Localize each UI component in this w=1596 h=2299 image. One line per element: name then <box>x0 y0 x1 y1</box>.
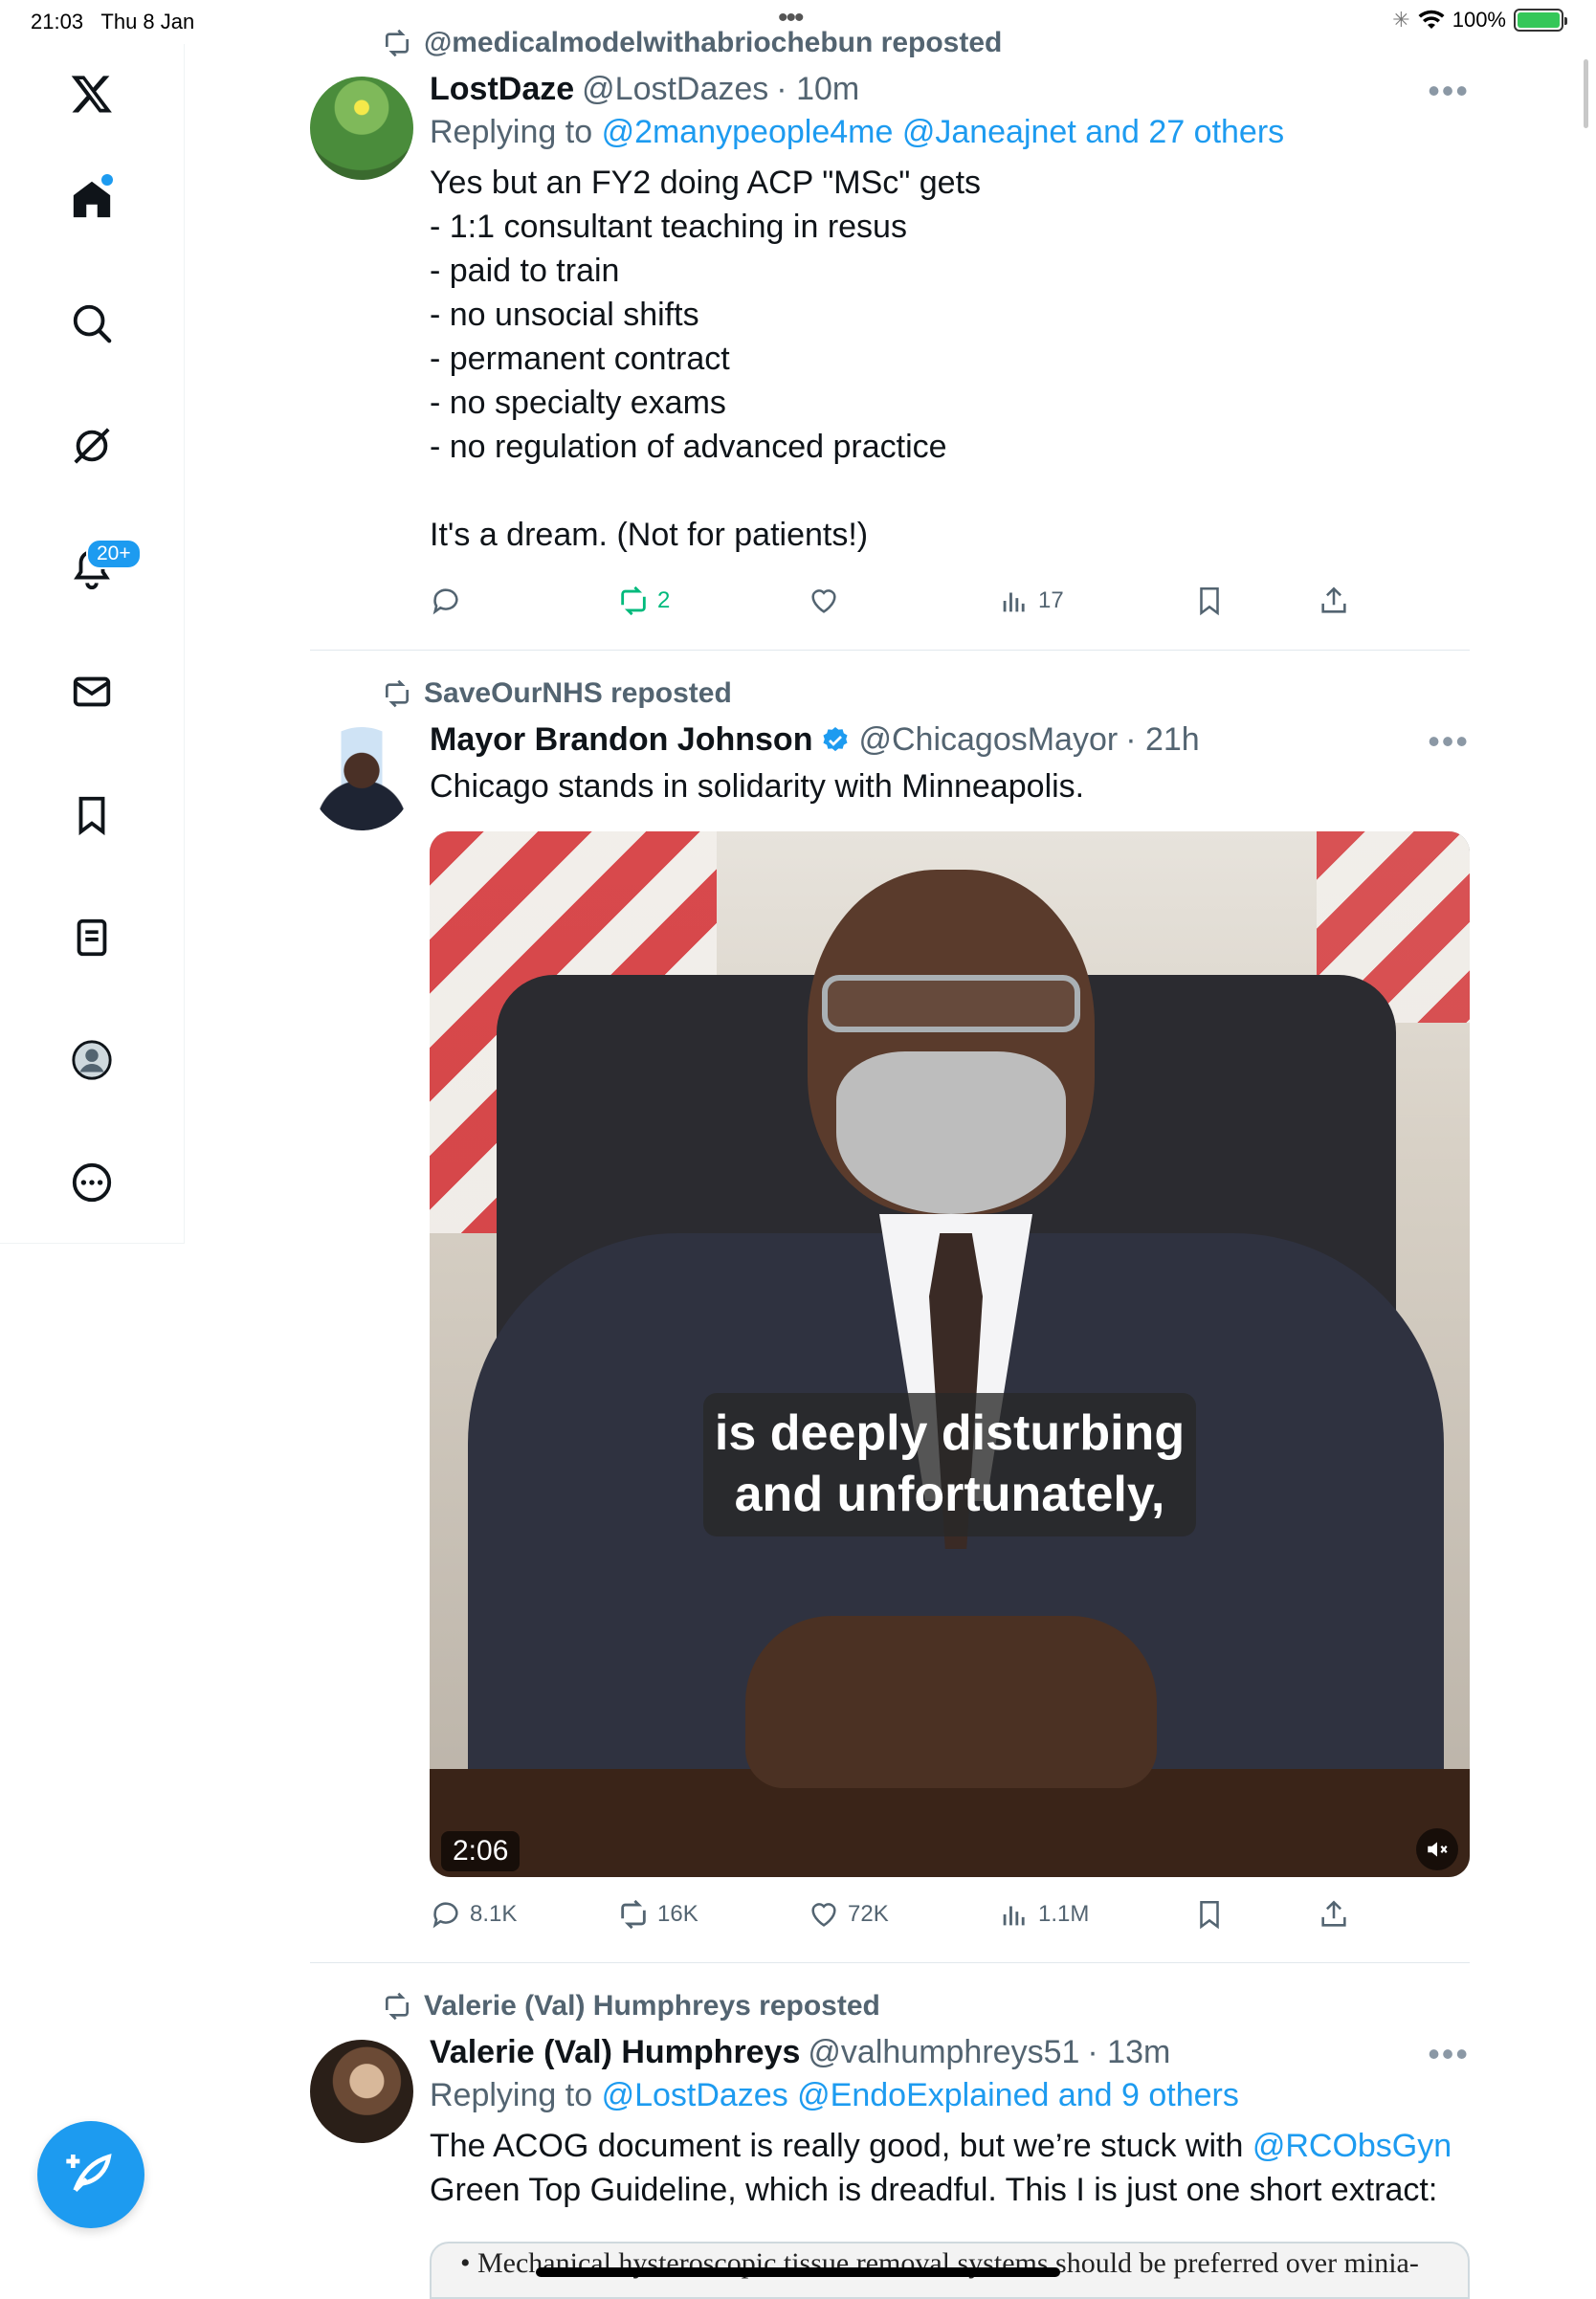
reply-icon <box>432 1902 458 1929</box>
reply-icon <box>432 588 458 615</box>
author-name[interactable]: LostDaze <box>430 71 574 108</box>
tweet-more-icon[interactable]: ••• <box>1428 721 1470 762</box>
avatar[interactable] <box>310 727 413 830</box>
verified-badge-icon <box>823 726 849 751</box>
avatar[interactable] <box>310 2040 413 2143</box>
search-icon[interactable] <box>63 295 121 352</box>
bookmark-icon <box>1200 1900 1219 1930</box>
author-name[interactable]: Valerie (Val) Humphreys <box>430 2034 800 2071</box>
tweet-time[interactable]: · 21h <box>1125 721 1200 759</box>
notifications-badge: 20+ <box>86 539 142 569</box>
repost-context: @medicalmodelwithabriochebun reposted <box>382 27 1002 59</box>
home-unread-dot <box>101 174 113 186</box>
tweet-more-icon[interactable]: ••• <box>1428 71 1470 111</box>
repost-context: SaveOurNHS reposted <box>382 677 732 710</box>
replying-to-links[interactable]: @LostDazes @EndoExplained and 9 others <box>602 2077 1239 2113</box>
tweet-header: LostDaze @LostDazes · 10m <box>430 71 1470 108</box>
heart-icon <box>811 589 836 613</box>
heart-icon <box>811 1903 836 1927</box>
scroll-indicator[interactable] <box>1584 59 1588 128</box>
avatar[interactable] <box>310 77 413 180</box>
mute-button[interactable] <box>1416 1828 1458 1870</box>
x-logo-icon[interactable] <box>63 65 121 122</box>
author-handle[interactable]: @ChicagosMayor <box>858 721 1118 759</box>
replying-to-links[interactable]: @2manypeople4me @Janeajnet and 27 others <box>602 114 1285 150</box>
grok-icon[interactable] <box>63 417 121 475</box>
tweet-time[interactable]: · 10m <box>776 71 859 108</box>
repost-context: Valerie (Val) Humphreys reposted <box>382 1990 880 2023</box>
replying-to: Replying to @2manypeople4me @Janeajnet a… <box>430 114 1285 150</box>
speaker-muted-icon <box>1428 1842 1448 1857</box>
share-button[interactable] <box>1318 585 1350 617</box>
battery-icon <box>1514 9 1567 32</box>
tweet-actions: 2 17 <box>430 585 1348 627</box>
home-indicator[interactable] <box>536 2267 1060 2277</box>
profile-avatar-icon[interactable] <box>63 1031 121 1089</box>
tweet-1[interactable]: @medicalmodelwithabriochebun reposted Lo… <box>310 27 1470 651</box>
repost-icon <box>621 586 646 616</box>
reply-button[interactable] <box>430 585 470 617</box>
repost-icon <box>386 1992 409 2021</box>
views-button[interactable]: 17 <box>998 585 1064 617</box>
views-chart-icon <box>1003 1906 1025 1926</box>
video-player[interactable]: is deeply disturbing and unfortunately, … <box>430 831 1470 1877</box>
speaker-glasses <box>822 975 1080 1032</box>
tweet-header: Valerie (Val) Humphreys @valhumphreys51 … <box>430 2034 1470 2071</box>
repost-icon <box>386 29 409 57</box>
lists-icon[interactable] <box>63 909 121 966</box>
tweet-text: The ACOG document is really good, but we… <box>430 2128 1452 2208</box>
bookmarks-icon[interactable] <box>63 786 121 844</box>
messages-icon[interactable] <box>63 663 121 720</box>
like-button[interactable] <box>808 585 848 617</box>
share-button[interactable] <box>1318 1898 1350 1931</box>
status-time: 21:03 Thu 8 Jan <box>31 10 195 33</box>
repost-icon <box>386 679 409 708</box>
views-chart-icon <box>1003 592 1025 612</box>
author-handle[interactable]: @valhumphreys51 <box>808 2034 1079 2071</box>
bookmark-button[interactable] <box>1193 1898 1226 1931</box>
tweet-divider <box>310 1962 1470 1963</box>
reply-button[interactable]: 8.1K <box>430 1898 517 1931</box>
views-button[interactable]: 1.1M <box>998 1898 1089 1931</box>
share-icon <box>1321 1900 1346 1927</box>
bookmark-button[interactable] <box>1193 585 1226 617</box>
speaker-hands <box>745 1616 1157 1788</box>
more-options-icon[interactable] <box>63 1154 121 1211</box>
tweet-text: Chicago stands in solidarity with Minnea… <box>430 768 1085 805</box>
video-duration: 2:06 <box>441 1831 521 1871</box>
compose-post-button[interactable] <box>37 2121 144 2228</box>
repost-button[interactable]: 2 <box>617 585 670 617</box>
tweet-more-icon[interactable]: ••• <box>1428 2034 1470 2074</box>
tweet-3[interactable]: Valerie (Val) Humphreys reposted Valerie… <box>310 1990 1470 2285</box>
replying-to: Replying to @LostDazes @EndoExplained an… <box>430 2077 1239 2113</box>
author-handle[interactable]: @LostDazes <box>582 71 768 108</box>
speaker-beard <box>836 1051 1066 1214</box>
compose-feather-icon <box>66 2154 112 2192</box>
video-caption: is deeply disturbing and unfortunately, <box>703 1393 1196 1536</box>
repost-icon <box>621 1899 646 1930</box>
share-icon <box>1321 586 1346 613</box>
author-name[interactable]: Mayor Brandon Johnson <box>430 721 812 759</box>
tweet-header: Mayor Brandon Johnson @ChicagosMayor · 2… <box>430 721 1470 759</box>
tweet-actions: 8.1K 16K 72K 1.1M <box>430 1898 1348 1940</box>
repost-button[interactable]: 16K <box>617 1898 698 1931</box>
tweet-text: Yes but an FY2 doing ACP "MSc" gets - 1:… <box>430 165 982 553</box>
bookmark-icon <box>1200 586 1219 616</box>
mention-link[interactable]: @RCObsGyn <box>1252 2128 1452 2164</box>
like-button[interactable]: 72K <box>808 1898 889 1931</box>
tweet-divider <box>310 650 1470 651</box>
tweet-time[interactable]: · 13m <box>1087 2034 1170 2071</box>
